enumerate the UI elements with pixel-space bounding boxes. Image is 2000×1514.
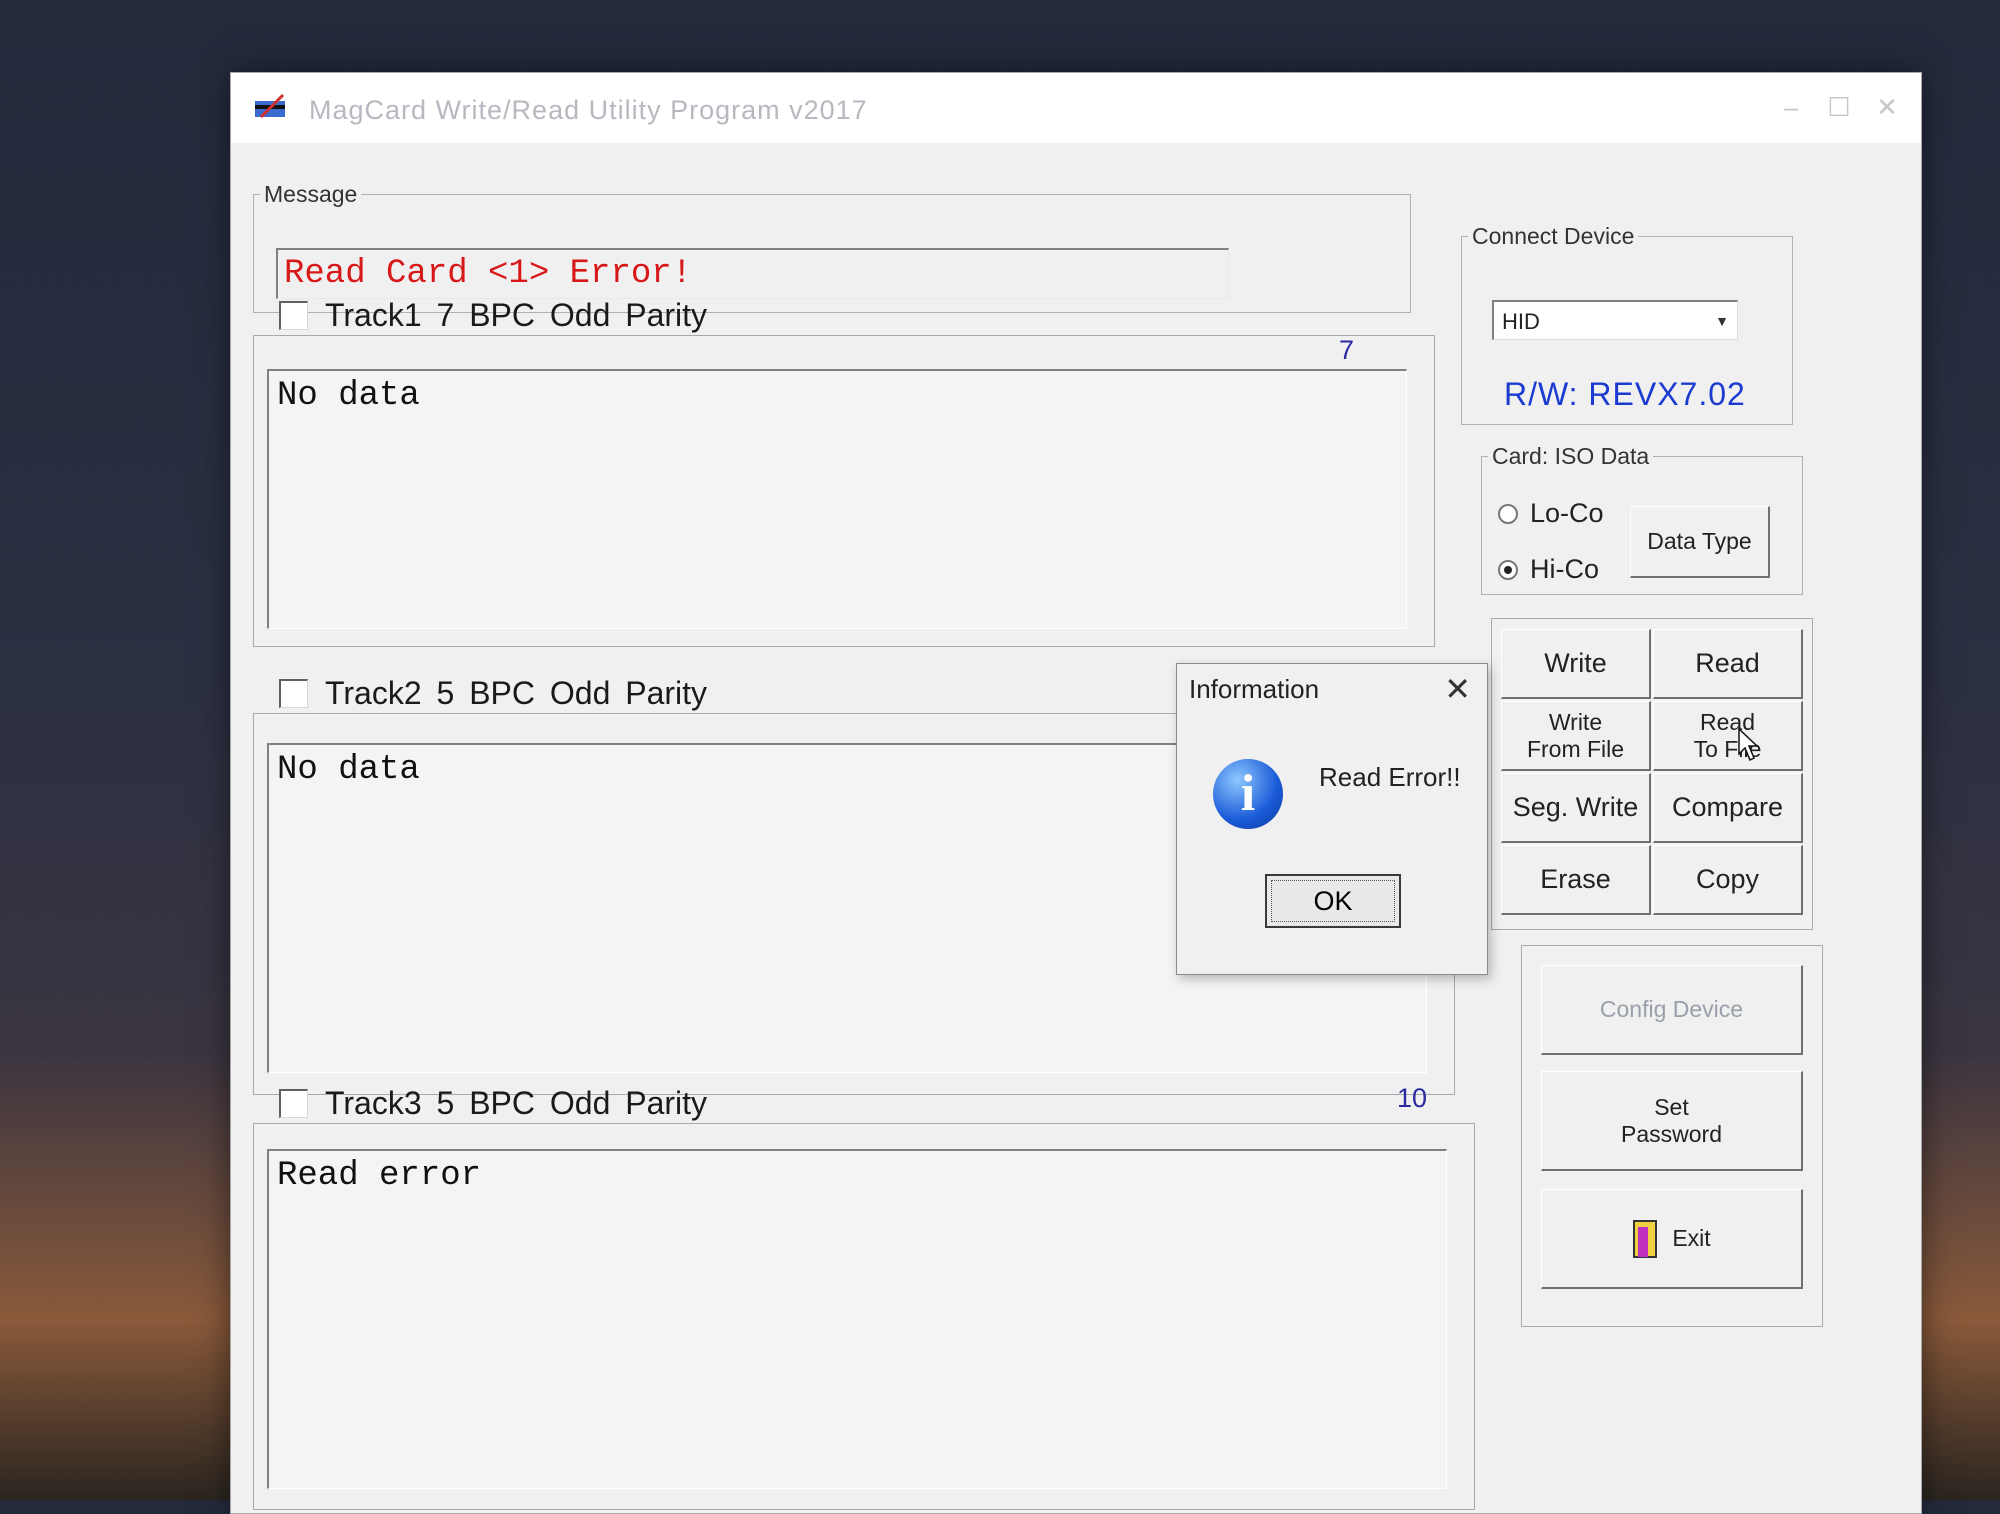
device-select[interactable]: HID ▼ <box>1492 300 1738 340</box>
information-dialog: Information ✕ i Read Error!! OK <box>1176 663 1488 975</box>
ok-focus-ring <box>1271 880 1395 922</box>
dialog-message: Read Error!! <box>1319 762 1461 792</box>
card-iso-group: Card: ISO Data Lo-Co Hi-Co Data Type <box>1481 443 1803 595</box>
minimize-button[interactable]: – <box>1771 91 1811 123</box>
ok-button[interactable]: OK <box>1265 874 1401 928</box>
read-button[interactable]: Read <box>1653 629 1803 699</box>
message-legend: Message <box>264 181 358 207</box>
erase-button[interactable]: Erase <box>1501 845 1651 915</box>
main-window: MagCard Write/Read Utility Program v2017… <box>230 72 1922 1514</box>
message-text: Read Card <1> Error! <box>276 248 1229 299</box>
set-password-button[interactable]: Set Password <box>1541 1071 1803 1171</box>
dialog-title: Information <box>1189 674 1320 704</box>
track2-checkbox[interactable] <box>279 679 308 708</box>
track2-title: Track2 5 BPC Odd Parity <box>325 675 708 711</box>
rw-version-label: R/W: REVX7.02 <box>1504 376 1746 412</box>
seg-write-button[interactable]: Seg. Write <box>1501 773 1651 843</box>
hi-co-radio[interactable] <box>1498 560 1518 580</box>
message-group: Message Read Card <1> Error! <box>253 181 1411 313</box>
app-icon <box>255 93 285 119</box>
hi-co-label[interactable]: Hi-Co <box>1530 554 1599 585</box>
connect-device-group: Connect Device HID ▼ R/W: REVX7.02 <box>1461 223 1793 425</box>
maximize-button[interactable]: ☐ <box>1819 91 1859 123</box>
mouse-cursor-icon <box>1738 728 1759 762</box>
write-button[interactable]: Write <box>1501 629 1651 699</box>
track1-title: Track1 7 BPC Odd Parity <box>325 297 708 333</box>
write-from-file-button[interactable]: Write From File <box>1501 701 1651 771</box>
exit-label: Exit <box>1672 1225 1711 1252</box>
lo-co-radio[interactable] <box>1498 504 1518 524</box>
read-to-file-button[interactable]: Read To File <box>1653 701 1803 771</box>
card-iso-legend: Card: ISO Data <box>1492 443 1650 469</box>
compare-button[interactable]: Compare <box>1653 773 1803 843</box>
exit-door-icon <box>1633 1219 1658 1258</box>
connect-device-legend: Connect Device <box>1472 223 1635 249</box>
lo-co-label[interactable]: Lo-Co <box>1530 498 1604 529</box>
data-type-button[interactable]: Data Type <box>1630 506 1770 578</box>
title-bar: MagCard Write/Read Utility Program v2017… <box>231 73 1921 143</box>
dialog-close-icon[interactable]: ✕ <box>1444 670 1471 708</box>
config-device-button[interactable]: Config Device <box>1541 965 1803 1055</box>
track1-count: 7 <box>1339 335 1355 365</box>
track3-title: Track3 5 BPC Odd Parity <box>325 1085 708 1121</box>
chevron-down-icon[interactable]: ▼ <box>1711 310 1733 332</box>
device-select-value: HID <box>1502 309 1540 334</box>
track3-checkbox[interactable] <box>279 1089 308 1118</box>
exit-button[interactable]: Exit <box>1541 1189 1803 1289</box>
close-button[interactable]: ✕ <box>1867 91 1907 123</box>
info-icon: i <box>1213 759 1283 829</box>
track1-data[interactable]: No data <box>267 369 1407 629</box>
track3-count: 10 <box>1397 1083 1428 1113</box>
track1-checkbox[interactable] <box>279 301 308 330</box>
copy-button[interactable]: Copy <box>1653 845 1803 915</box>
track3-data[interactable]: Read error <box>267 1149 1447 1489</box>
window-title: MagCard Write/Read Utility Program v2017 <box>309 95 868 125</box>
